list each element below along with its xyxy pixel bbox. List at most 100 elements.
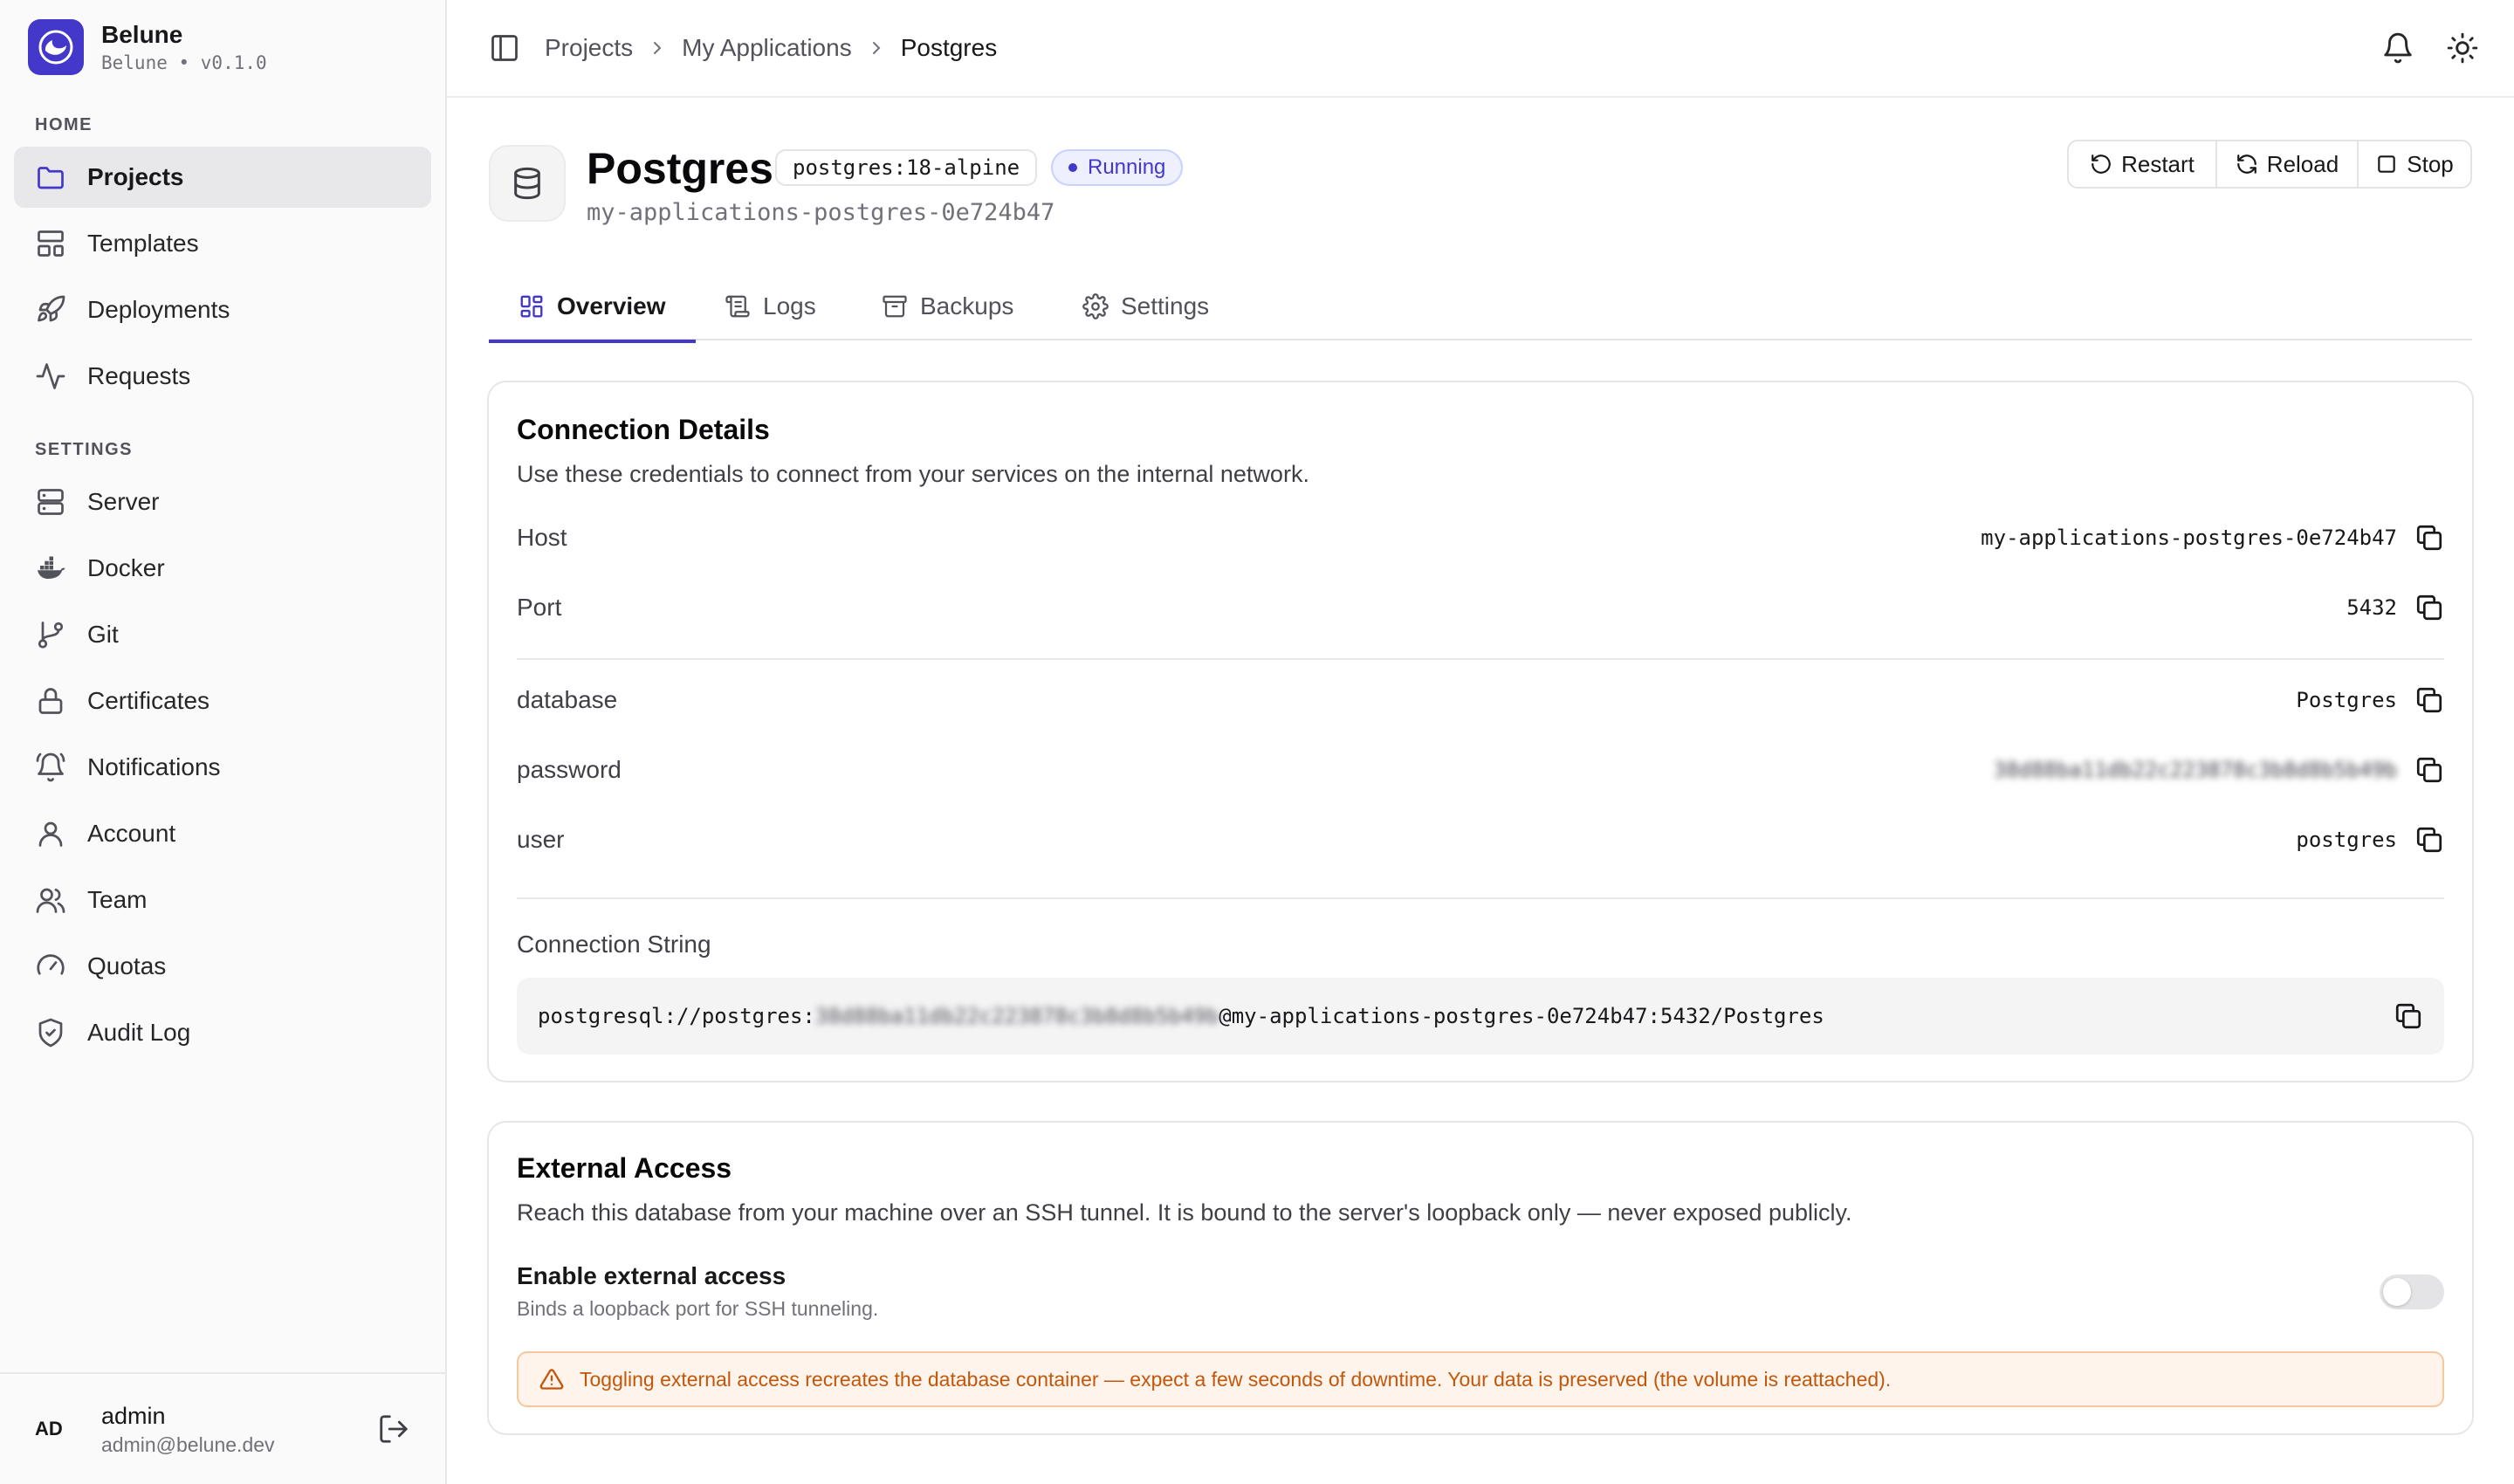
reload-button[interactable]: Reload [2215,141,2357,187]
sidebar-item-docker[interactable]: Docker [14,538,431,599]
sidebar-item-label: Server [87,488,160,515]
tab-logs[interactable]: Logs [725,272,816,340]
sidebar-item-audit-log[interactable]: Audit Log [14,1002,431,1063]
sidebar-item-deployments[interactable]: Deployments [14,279,431,340]
brand-name: Belune [101,21,183,48]
breadcrumb: Projects My Applications Postgres [545,34,997,62]
external-access-toggle[interactable] [2380,1274,2444,1309]
copy-icon[interactable] [2394,1001,2423,1031]
image-badge: postgres:18-alpine [775,149,1038,186]
copy-icon[interactable] [2414,755,2444,785]
folder-icon [35,161,66,193]
restart-button[interactable]: Restart [2069,141,2215,187]
reload-label: Reload [2266,150,2339,177]
tab-overview[interactable]: Overview [489,272,696,343]
sidebar-item-account[interactable]: Account [14,803,431,864]
database-value: Postgres [2296,688,2397,712]
host-value: my-applications-postgres-0e724b47 [1981,526,2397,550]
sidebar-item-projects[interactable]: Projects [14,147,431,208]
stop-button[interactable]: Stop [2357,141,2470,187]
docker-icon [35,553,66,584]
kv-key: user [517,826,565,853]
sidebar-item-server[interactable]: Server [14,471,431,532]
rocket-icon [35,294,66,326]
status-dot-icon [1068,163,1077,172]
sidebar-item-git[interactable]: Git [14,604,431,665]
gauge-icon [35,951,66,982]
belune-logo-icon [28,19,84,75]
section-label-settings: SETTINGS [35,440,134,459]
sidebar-item-templates[interactable]: Templates [14,213,431,274]
sidebar-item-label: Audit Log [87,1019,191,1046]
tab-backups[interactable]: Backups [882,272,1013,340]
copy-icon[interactable] [2414,825,2444,855]
kv-row-user: user postgres [517,815,2444,864]
toggle-description: Binds a loopback port for SSH tunneling. [517,1297,879,1320]
sidebar-item-requests[interactable]: Requests [14,346,431,407]
sidebar-item-certificates[interactable]: Certificates [14,670,431,732]
kv-key: database [517,686,618,713]
divider [517,897,2444,899]
activity-icon [35,361,66,392]
card-description: Use these credentials to connect from yo… [517,461,1309,487]
section-label-home: HOME [35,115,93,134]
sidebar-item-notifications[interactable]: Notifications [14,737,431,798]
chevron-right-icon [647,38,668,58]
sidebar-item-label: Projects [87,163,184,190]
sidebar-item-label: Quotas [87,952,167,979]
breadcrumb-my-applications[interactable]: My Applications [682,34,852,62]
copy-icon[interactable] [2414,685,2444,715]
copy-icon[interactable] [2414,523,2444,553]
lock-icon [35,685,66,717]
square-icon [2375,153,2398,175]
sun-icon[interactable] [2446,31,2479,65]
user-block[interactable]: AD admin admin@belune.dev [0,1372,445,1484]
sidebar-item-label: Docker [87,554,165,581]
divider [517,658,2444,660]
tab-label: Settings [1121,292,1210,319]
warning-text: Toggling external access recreates the d… [580,1367,1892,1391]
status-badge: Running [1051,149,1184,186]
shield-check-icon [35,1017,66,1048]
logout-icon[interactable] [377,1412,410,1446]
chevron-right-icon [866,38,887,58]
port-value: 5432 [2346,595,2397,620]
external-access-card: External Access Reach this database from… [487,1121,2474,1435]
sidebar-item-label: Deployments [87,296,230,323]
breadcrumb-projects[interactable]: Projects [545,34,633,62]
rotate-ccw-icon [2090,153,2112,175]
tab-settings[interactable]: Settings [1082,272,1209,340]
container-name: my-applications-postgres-0e724b47 [587,199,1055,226]
sidebar-item-team[interactable]: Team [14,869,431,931]
kv-key: Host [517,524,567,551]
brand[interactable]: Belune Belune • v0.1.0 [28,19,267,75]
user-icon [35,818,66,849]
service-actions: Restart Reload Stop [2067,140,2472,189]
server-icon [35,486,66,518]
tab-label: Logs [763,292,816,319]
card-title: External Access [517,1152,732,1184]
password-value: 38d88ba11db22c223878c3b8d8b5b49b [1993,758,2397,782]
sidebar-toggle-icon[interactable] [489,32,520,64]
kv-key: Port [517,594,562,621]
page-title: Postgres [587,144,773,193]
connection-string-label: Connection String [517,931,711,958]
breadcrumb-current: Postgres [900,34,998,61]
sidebar-item-quotas[interactable]: Quotas [14,936,431,997]
copy-icon[interactable] [2414,593,2444,622]
warning-triangle-icon [539,1367,564,1391]
tab-label: Overview [557,292,666,319]
toggle-title: Enable external access [517,1262,786,1289]
layout-grid-icon [519,293,545,319]
connection-details-card: Connection Details Use these credentials… [487,381,2474,1082]
bell-icon[interactable] [2381,31,2414,65]
kv-row-password: password 38d88ba11db22c223878c3b8d8b5b49… [517,745,2444,794]
sidebar: Belune Belune • v0.1.0 HOME Projects Tem… [0,0,447,1484]
toggle-knob [2383,1278,2411,1306]
kv-key: password [517,756,622,783]
status-text: Running [1088,155,1166,179]
git-branch-icon [35,619,66,650]
archive-icon [882,293,908,319]
card-description: Reach this database from your machine ov… [517,1199,1852,1226]
sidebar-item-label: Templates [87,230,199,257]
